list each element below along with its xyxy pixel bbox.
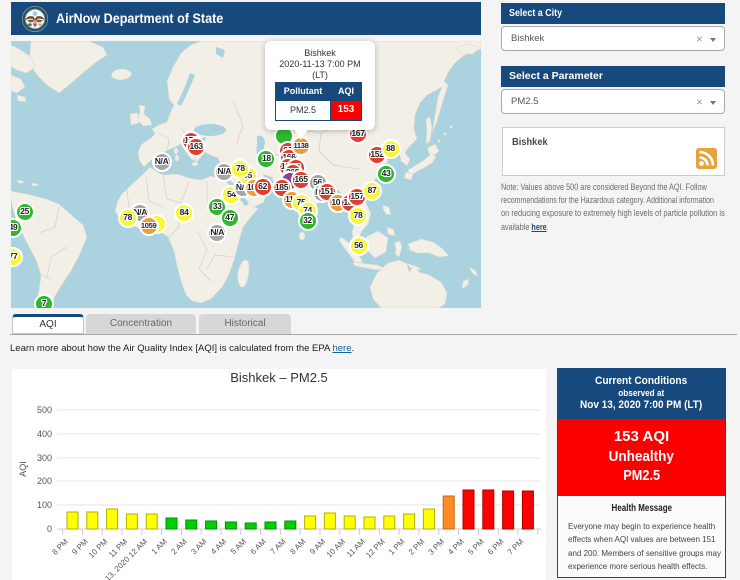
svg-text:1 PM: 1 PM xyxy=(387,537,407,557)
svg-text:200: 200 xyxy=(37,476,52,486)
svg-text:5 PM: 5 PM xyxy=(466,537,486,557)
svg-text:0: 0 xyxy=(47,524,52,534)
svg-text:Bishkek – PM2.5: Bishkek – PM2.5 xyxy=(230,370,328,385)
svg-text:10 AM: 10 AM xyxy=(325,537,348,560)
svg-text:6 AM: 6 AM xyxy=(249,537,268,556)
svg-text:7 AM: 7 AM xyxy=(268,537,287,556)
svg-text:2 PM: 2 PM xyxy=(407,537,427,557)
svg-text:1 AM: 1 AM xyxy=(150,537,169,556)
svg-text:2 AM: 2 AM xyxy=(169,537,188,556)
svg-text:400: 400 xyxy=(37,429,52,439)
svg-text:5 AM: 5 AM xyxy=(229,537,248,556)
svg-text:7 PM: 7 PM xyxy=(506,537,526,557)
svg-text:8 PM: 8 PM xyxy=(50,537,70,557)
svg-text:4 PM: 4 PM xyxy=(446,537,466,557)
svg-text:300: 300 xyxy=(37,453,52,463)
svg-text:8 AM: 8 AM xyxy=(288,537,307,556)
svg-text:12 PM: 12 PM xyxy=(364,537,387,560)
svg-text:6 PM: 6 PM xyxy=(486,537,506,557)
svg-text:4 AM: 4 AM xyxy=(209,537,228,556)
svg-text:3 PM: 3 PM xyxy=(427,537,447,557)
svg-text:10 PM: 10 PM xyxy=(87,537,110,560)
svg-text:11 AM: 11 AM xyxy=(345,537,367,559)
svg-text:100: 100 xyxy=(37,500,52,510)
svg-text:500: 500 xyxy=(37,405,52,415)
svg-text:AQI: AQI xyxy=(18,461,28,477)
svg-text:3 AM: 3 AM xyxy=(189,537,208,556)
